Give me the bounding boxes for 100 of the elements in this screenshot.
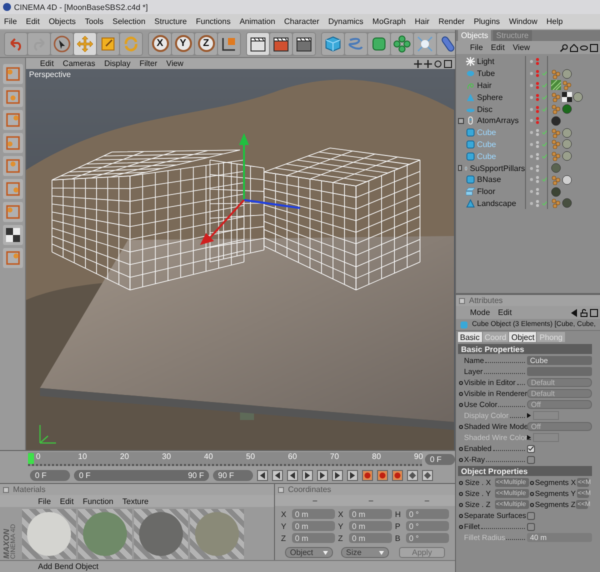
object-row[interactable]: Hair [456, 80, 600, 92]
visibility-dots-icon[interactable] [536, 140, 539, 148]
position-field[interactable]: 0 m [292, 533, 335, 543]
material-tag-icon[interactable] [562, 128, 572, 138]
axis-button[interactable]: X [149, 32, 171, 54]
panel-grip-icon[interactable] [459, 298, 465, 304]
viewport-menu-item[interactable]: Filter [139, 59, 158, 68]
viewport-menu-item[interactable]: View [166, 59, 184, 68]
axis-button[interactable]: Y [172, 32, 194, 54]
visibility-icon[interactable] [580, 44, 588, 52]
home-icon[interactable] [570, 44, 578, 52]
menu-item[interactable]: File [4, 17, 17, 26]
playback-button[interactable] [422, 470, 433, 480]
expand-arrow-icon[interactable] [527, 435, 531, 440]
material-tag-icon[interactable] [562, 139, 572, 150]
materials-menu-item[interactable]: Edit [60, 496, 74, 506]
menu-item[interactable]: Functions [196, 17, 231, 26]
visibility-dots-icon[interactable] [536, 176, 539, 184]
visibility-dots-icon[interactable] [536, 106, 539, 113]
animation-dot-icon[interactable] [459, 402, 463, 406]
create-object-button[interactable] [414, 32, 436, 54]
create-object-button[interactable] [345, 32, 367, 54]
back-arrow-icon[interactable] [570, 308, 578, 316]
playback-button[interactable] [302, 470, 313, 480]
text-field[interactable] [527, 367, 592, 376]
size-field[interactable]: 0 m [349, 533, 392, 543]
phong-tag-icon[interactable] [551, 68, 561, 79]
menu-item[interactable]: Plugins [474, 17, 500, 26]
search-icon[interactable] [560, 44, 568, 52]
move-view-icon[interactable] [414, 60, 422, 68]
start-frame-field[interactable]: 0 F [30, 470, 70, 480]
panel-grip-icon[interactable] [278, 486, 284, 492]
visibility-dots-icon[interactable] [536, 152, 539, 160]
check-icon[interactable] [542, 71, 547, 76]
menu-item[interactable]: MoGraph [372, 17, 406, 26]
playback-button[interactable] [287, 470, 298, 480]
animation-dot-icon[interactable] [459, 524, 463, 528]
material-tag-icon[interactable] [562, 174, 572, 185]
tool-button[interactable] [51, 32, 73, 54]
menu-item[interactable]: Character [284, 17, 320, 26]
materials-menu-item[interactable]: Texture [122, 496, 149, 506]
playback-button[interactable] [407, 470, 418, 480]
object-row[interactable]: Light [456, 56, 600, 68]
menu-item[interactable]: Structure [154, 17, 187, 26]
check-icon[interactable] [542, 142, 547, 147]
dropdown[interactable]: Size [341, 547, 389, 558]
visibility-dots-icon[interactable] [536, 188, 539, 196]
check-icon[interactable] [542, 130, 547, 136]
check-icon[interactable] [542, 82, 547, 88]
playhead-handle[interactable] [28, 453, 34, 464]
material-tag-icon[interactable] [562, 68, 572, 79]
attributes-menu-item[interactable]: Edit [498, 308, 512, 317]
object-row[interactable]: AtomArrays [456, 114, 600, 127]
new-window-icon[interactable] [590, 44, 598, 52]
render-view-button[interactable] [247, 32, 269, 54]
animation-dot-icon[interactable] [459, 492, 463, 496]
animation-dot-icon[interactable] [530, 492, 534, 496]
checkbox[interactable] [527, 512, 535, 520]
panel-grip-icon[interactable] [3, 486, 9, 492]
range-slider[interactable]: 0 F 90 F [74, 470, 209, 480]
create-object-button[interactable] [322, 32, 344, 54]
material-tag-icon[interactable] [551, 163, 561, 174]
animation-dot-icon[interactable] [459, 392, 463, 396]
menu-item[interactable]: Edit [26, 17, 40, 26]
visibility-dots-icon[interactable] [536, 94, 539, 101]
visibility-dots-icon[interactable] [536, 70, 539, 78]
timeline-ruler[interactable]: 0 10 20 30 40 50 60 70 80 90 [28, 452, 422, 466]
object-row[interactable]: Landscape [456, 198, 600, 210]
position-field[interactable]: 0 m [292, 509, 335, 519]
dropdown[interactable]: Object [285, 547, 333, 558]
visibility-dots-icon[interactable] [536, 129, 539, 136]
checkbox[interactable] [527, 456, 535, 464]
playback-button[interactable] [332, 470, 343, 480]
materials-menu-item[interactable]: Function [82, 496, 114, 506]
menu-item[interactable]: Dynamics [328, 17, 364, 26]
attributes-menu-item[interactable]: Mode [470, 308, 490, 317]
phong-tag-icon[interactable] [551, 198, 561, 208]
menu-item[interactable]: Help [546, 17, 563, 26]
maximize-view-icon[interactable] [444, 60, 452, 68]
visibility-dots-icon[interactable] [536, 58, 539, 66]
rotate-view-icon[interactable] [434, 60, 442, 68]
object-row[interactable]: SuSpportPillars [456, 162, 600, 174]
phong-tag-icon[interactable] [551, 139, 561, 150]
expand-arrow-icon[interactable] [527, 413, 531, 418]
visibility-dots-icon[interactable] [536, 200, 539, 207]
render-picture-button[interactable] [270, 32, 292, 54]
material-tag-icon[interactable] [551, 186, 561, 197]
render-settings-button[interactable] [293, 32, 315, 54]
viewport-menu-item[interactable]: Cameras [62, 59, 96, 68]
attribute-tab[interactable]: Object [509, 332, 536, 342]
material-tag-icon[interactable] [551, 116, 561, 126]
new-window-icon[interactable] [590, 308, 598, 316]
object-row[interactable]: Disc [456, 103, 600, 115]
object-row[interactable]: Floor [456, 186, 600, 198]
check-icon[interactable] [542, 154, 547, 159]
phong-tag-icon[interactable] [551, 151, 561, 162]
phong-tag-icon[interactable] [551, 128, 561, 138]
viewport-scene-drawing[interactable] [26, 69, 454, 450]
rotation-field[interactable]: 0 ° [406, 533, 449, 543]
objects-menu-item[interactable]: Edit [490, 43, 505, 52]
